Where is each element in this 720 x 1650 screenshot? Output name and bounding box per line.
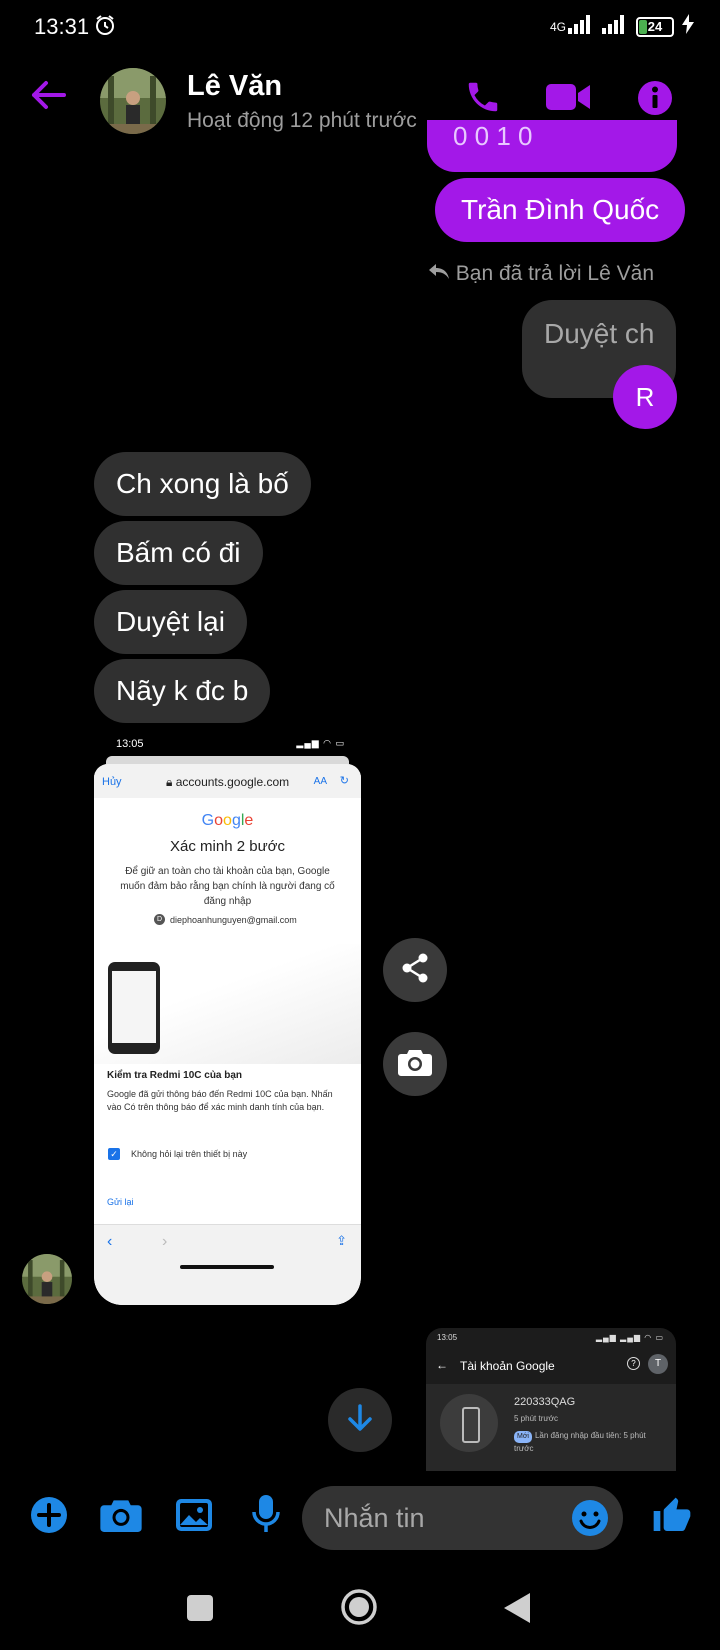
- camera-icon[interactable]: [100, 1498, 142, 1537]
- signal-icon: [568, 14, 594, 39]
- home-icon[interactable]: [340, 1588, 378, 1631]
- message-text: Ch xong là bố: [116, 468, 289, 499]
- seen-avatar-letter: R: [635, 381, 655, 412]
- check-device-description: Google đã gửi thông báo đến Redmi 10C củ…: [107, 1089, 333, 1112]
- resend-link: Gửi lại: [107, 1197, 134, 1207]
- screenshot2-back-icon: ←: [436, 1358, 448, 1372]
- image-attachment-google-account[interactable]: 13:05 ▂▄▆ ▂▄▆ ◠ ▭ ← Tài khoản Google ? T…: [426, 1328, 676, 1471]
- battery-icon: 24: [636, 16, 674, 37]
- incoming-message[interactable]: Ch xong là bố: [94, 452, 311, 516]
- sheet-edge: [106, 756, 349, 764]
- outgoing-message-partial[interactable]: 1 0 1 0 2 3 0 1 1 0 0 1 0: [427, 120, 677, 172]
- verification-page: Hủy 🔒︎ accounts.google.com AA ↻ Google X…: [94, 764, 361, 1305]
- microphone-icon[interactable]: [251, 1494, 281, 1539]
- help-icon: ?: [627, 1357, 640, 1370]
- screenshot-time: 13:05: [116, 738, 144, 750]
- device-phone-icon: [440, 1394, 498, 1452]
- screenshot2-status-icons: ▂▄▆ ▂▄▆ ◠ ▭: [595, 1333, 664, 1342]
- device-time-ago: 5 phút trước: [514, 1414, 558, 1423]
- image-attachment-google-verification[interactable]: 13:05 ▂▄▆ ◠ ▭ Hủy 🔒︎ accounts.google.com…: [94, 730, 361, 1305]
- recent-apps-icon[interactable]: [186, 1594, 214, 1627]
- share-button[interactable]: [383, 938, 447, 1002]
- url-text: 🔒︎ accounts.google.com: [166, 775, 289, 790]
- browser-share-icon: ⇪: [336, 1233, 347, 1248]
- checkbox-icon: ✓: [108, 1148, 120, 1160]
- message-composer: [0, 1478, 720, 1558]
- incoming-message[interactable]: Bấm có đi: [94, 521, 263, 585]
- battery-level: 24: [647, 18, 663, 34]
- sender-avatar[interactable]: [22, 1254, 72, 1304]
- device-card: 220333QAG 5 phút trước Mới Lần đăng nhập …: [426, 1384, 676, 1471]
- charging-icon: [682, 14, 694, 39]
- camera-icon: [398, 1048, 432, 1081]
- message-text: Bấm có đi: [116, 537, 241, 568]
- alarm-icon: [94, 14, 116, 41]
- video-call-icon[interactable]: [546, 82, 590, 117]
- reply-icon: [428, 262, 450, 286]
- email-text: diephoanhunguyen@gmail.com: [170, 914, 297, 925]
- reply-indicator: Bạn đã trả lời Lê Văn: [428, 262, 654, 286]
- verification-title: Xác minh 2 bước: [170, 838, 285, 855]
- contact-status: Hoạt động 12 phút trước: [187, 109, 417, 132]
- screenshot2-time: 13:05: [437, 1333, 458, 1342]
- browser-forward-icon: ›: [162, 1233, 168, 1250]
- message-text: Nãy k đc b: [116, 675, 249, 706]
- signal-icon-2: [602, 14, 628, 39]
- browser-back-icon: ‹: [107, 1233, 113, 1250]
- seen-avatar: R: [613, 365, 677, 429]
- first-login-text: Lần đăng nhập đầu tiên: 5 phút trước: [514, 1431, 646, 1453]
- home-indicator: [180, 1265, 274, 1269]
- message-text: Trần Đình Quốc: [461, 194, 660, 225]
- first-login-info: Mới Lần đăng nhập đầu tiên: 5 phút trước: [514, 1430, 664, 1455]
- status-time: 13:31: [34, 14, 90, 39]
- save-photo-button[interactable]: [383, 1032, 447, 1096]
- google-logo: Google: [201, 812, 254, 829]
- device-name: 220333QAG: [514, 1396, 576, 1408]
- contact-name[interactable]: Lê Văn: [187, 70, 282, 103]
- contact-avatar[interactable]: [100, 68, 166, 134]
- arrow-down-icon: [347, 1403, 373, 1437]
- account-email: D diephoanhunguyen@gmail.com: [154, 914, 297, 925]
- incoming-message[interactable]: Nãy k đc b: [94, 659, 271, 723]
- network-type: 4G: [549, 19, 566, 34]
- screenshot2-title: Tài khoản Google: [460, 1359, 555, 1373]
- screenshot2-status-bar: 13:05 ▂▄▆ ▂▄▆ ◠ ▭: [426, 1328, 676, 1348]
- lock-icon: 🔒︎: [166, 775, 173, 789]
- checkbox-label: Không hỏi lại trên thiết bị này: [131, 1149, 248, 1159]
- status-bar: 13:31 4G 24: [0, 0, 720, 56]
- new-badge: Mới: [514, 1431, 532, 1443]
- check-device-title: Kiểm tra Redmi 10C của bạn: [107, 1070, 243, 1081]
- phone-icon[interactable]: [464, 78, 502, 121]
- reload-icon: ↻: [339, 775, 349, 787]
- verification-description: Để giữ an toàn cho tài khoản của bạn, Go…: [120, 866, 335, 907]
- phone-illustration-icon: [108, 962, 160, 1054]
- message-text: Duyệt lại: [116, 606, 225, 637]
- outgoing-message[interactable]: Trần Đình Quốc: [435, 178, 686, 242]
- emoji-icon[interactable]: [571, 1499, 609, 1542]
- back-arrow-icon[interactable]: [30, 80, 66, 115]
- like-thumb-icon[interactable]: [652, 1496, 692, 1541]
- incoming-message[interactable]: Duyệt lại: [94, 590, 247, 654]
- url-domain: accounts.google.com: [175, 775, 290, 789]
- share-icon: [401, 953, 429, 988]
- back-nav-icon[interactable]: [503, 1592, 531, 1629]
- reply-note-text: Bạn đã trả lời Lê Văn: [455, 262, 654, 285]
- browser-toolbar: ‹ › ⇪: [94, 1224, 361, 1305]
- info-icon[interactable]: [637, 80, 673, 121]
- email-avatar: D: [154, 914, 165, 925]
- scroll-to-bottom-button[interactable]: [328, 1388, 392, 1452]
- browser-url-bar: Hủy 🔒︎ accounts.google.com AA ↻: [94, 764, 361, 798]
- plus-icon[interactable]: [30, 1496, 68, 1539]
- screenshot-status-icons: ▂▄▆ ◠ ▭: [296, 738, 345, 748]
- message-text: 1 0 1 0 2 3 0 1 1 0 0 1 0: [453, 121, 533, 151]
- reply-quote-text: Duyệt ch: [544, 318, 655, 349]
- system-navigation-bar: [0, 1568, 720, 1650]
- text-size-icon: AA: [313, 776, 327, 787]
- cancel-link: Hủy: [102, 776, 122, 788]
- account-avatar: T: [648, 1354, 668, 1374]
- gallery-icon[interactable]: [175, 1498, 213, 1537]
- screenshot2-toolbar: ← Tài khoản Google ? T: [426, 1348, 676, 1384]
